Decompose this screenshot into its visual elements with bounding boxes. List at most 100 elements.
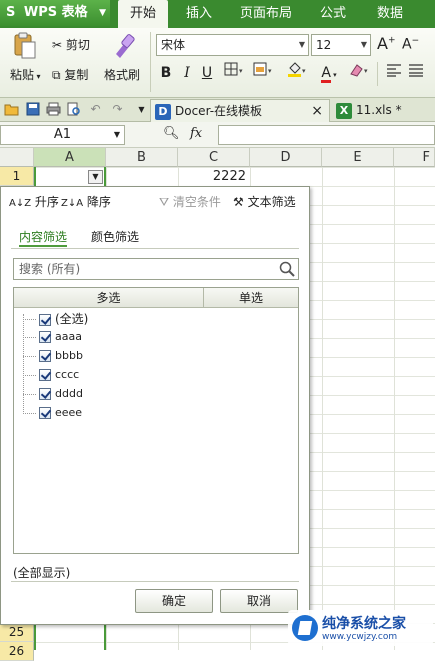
copy-button[interactable]: ⧉ 复制 bbox=[52, 66, 88, 83]
row-header-1[interactable]: 1 bbox=[0, 167, 34, 186]
tab-docer[interactable]: D Docer-在线模板 × bbox=[150, 99, 330, 122]
sort-descending-icon: Z↓A bbox=[61, 198, 84, 209]
tab-insert[interactable]: 插入 bbox=[186, 0, 212, 28]
scissors-icon: ✂ bbox=[52, 38, 63, 52]
paste-button[interactable]: 粘贴 ▾ bbox=[10, 66, 41, 83]
checkbox-checked-icon[interactable] bbox=[39, 331, 51, 343]
formula-input[interactable] bbox=[218, 125, 435, 145]
ribbon-separator bbox=[377, 62, 378, 86]
save-icon[interactable] bbox=[25, 102, 40, 117]
format-painter-button[interactable]: 格式刷 bbox=[104, 66, 140, 83]
tab-data[interactable]: 数据 bbox=[377, 0, 403, 28]
tab-formula[interactable]: 公式 bbox=[320, 0, 346, 28]
column-header-a[interactable]: A bbox=[34, 148, 106, 167]
grow-font-button[interactable]: A+ bbox=[377, 34, 396, 53]
fx-icon[interactable]: fx bbox=[190, 126, 202, 141]
borders-icon[interactable]: ▾ bbox=[222, 62, 248, 84]
folder-icon[interactable] bbox=[4, 102, 19, 117]
sort-descending-button[interactable]: Z↓A 降序 bbox=[61, 193, 111, 211]
align-left-icon[interactable] bbox=[384, 62, 404, 84]
column-multi-select[interactable]: 多选 bbox=[14, 288, 204, 308]
paste-icon[interactable] bbox=[12, 32, 38, 60]
italic-button[interactable]: I bbox=[177, 62, 197, 84]
ribbon-separator bbox=[150, 32, 151, 92]
cell-c1[interactable]: 2222 bbox=[178, 167, 250, 186]
tab-color-filter[interactable]: 颜色筛选 bbox=[91, 227, 139, 247]
cancel-button[interactable]: 取消 bbox=[220, 589, 298, 613]
tab-workbook[interactable]: X 11.xls * bbox=[332, 99, 435, 122]
select-all-corner[interactable] bbox=[0, 148, 34, 167]
font-size-select[interactable]: 12 ▼ bbox=[311, 34, 371, 56]
zoom-icon[interactable]: 🔍︎ bbox=[163, 126, 180, 141]
column-header-f[interactable]: F bbox=[394, 148, 435, 167]
document-tab-strip: ↶ ↷ ▼ D Docer-在线模板 × X 11.xls * bbox=[0, 98, 435, 122]
tab-home[interactable]: 开始 bbox=[118, 0, 169, 28]
checkbox-checked-icon[interactable] bbox=[39, 350, 51, 362]
filter-search-input[interactable]: 搜索 (所有) bbox=[13, 258, 299, 280]
brush-icon[interactable] bbox=[110, 32, 136, 60]
merge-cells-icon[interactable]: ▾ bbox=[252, 62, 278, 84]
watermark-logo-icon bbox=[292, 615, 318, 641]
row-header-26[interactable]: 26 bbox=[0, 642, 34, 661]
svg-text:▾: ▾ bbox=[268, 67, 272, 75]
cut-button[interactable]: ✂ 剪切 bbox=[52, 36, 90, 53]
watermark-title: 纯净系统之家 bbox=[322, 616, 406, 632]
chevron-down-icon: ▼ bbox=[99, 8, 106, 18]
chevron-down-icon: ▼ bbox=[113, 130, 120, 139]
list-item[interactable]: aaaa bbox=[23, 328, 82, 346]
app-menu-button[interactable]: S WPS 表格 ▼ bbox=[0, 0, 110, 26]
svg-text:▾: ▾ bbox=[239, 67, 243, 75]
docer-icon: D bbox=[155, 103, 171, 120]
checkbox-checked-icon[interactable] bbox=[39, 388, 51, 400]
column-header-e[interactable]: E bbox=[322, 148, 394, 167]
column-header-c[interactable]: C bbox=[178, 148, 250, 167]
bold-button[interactable]: B bbox=[156, 62, 176, 84]
list-item[interactable]: eeee bbox=[23, 404, 82, 422]
tab-page-layout[interactable]: 页面布局 bbox=[240, 0, 292, 28]
clear-format-icon[interactable]: ▾ bbox=[348, 62, 374, 84]
underline-button[interactable]: U bbox=[197, 62, 217, 84]
watermark-url: www.ycwjzy.com bbox=[322, 632, 398, 642]
filter-value-list: 多选 单选 (全选) aaaa bbbb cccc dddd eeee bbox=[13, 287, 299, 554]
shrink-font-button[interactable]: A− bbox=[402, 36, 419, 53]
svg-text:▾: ▾ bbox=[364, 67, 368, 75]
wps-logo-icon: S bbox=[6, 5, 16, 20]
fill-color-icon[interactable]: ▾ bbox=[286, 62, 312, 84]
menu-bar: S WPS 表格 ▼ 开始 插入 页面布局 公式 数据 bbox=[0, 0, 435, 28]
list-item[interactable]: cccc bbox=[23, 366, 79, 384]
list-item-select-all[interactable]: (全选) bbox=[23, 310, 88, 328]
text-filter-button[interactable]: ⚒ 文本筛选 bbox=[233, 193, 296, 211]
ok-button[interactable]: 确定 bbox=[135, 589, 213, 613]
checkbox-checked-icon[interactable] bbox=[39, 313, 51, 326]
print-preview-icon[interactable] bbox=[66, 102, 81, 117]
checkbox-checked-icon[interactable] bbox=[39, 407, 51, 419]
app-name: WPS 表格 bbox=[23, 5, 88, 20]
close-icon[interactable]: × bbox=[311, 100, 323, 122]
list-item[interactable]: dddd bbox=[23, 385, 83, 403]
font-color-icon[interactable]: A ▾ bbox=[316, 62, 342, 84]
clear-filter-button[interactable]: ⛛ 清空条件 bbox=[159, 193, 221, 211]
tab-content-filter[interactable]: 内容筛选 bbox=[19, 227, 68, 247]
undo-icon[interactable]: ↶ bbox=[88, 102, 103, 117]
sort-ascending-icon: A↓Z bbox=[9, 198, 32, 209]
excel-file-icon: X bbox=[336, 102, 352, 119]
filter-dropdown-button[interactable]: ▼ bbox=[88, 170, 103, 184]
sort-ascending-button[interactable]: A↓Z 升序 bbox=[9, 193, 59, 211]
row-header-25[interactable]: 25 bbox=[0, 623, 34, 642]
column-header-d[interactable]: D bbox=[250, 148, 322, 167]
svg-text:▾: ▾ bbox=[302, 67, 306, 75]
checkbox-checked-icon[interactable] bbox=[39, 369, 51, 381]
chevron-down-icon: ▼ bbox=[360, 40, 367, 49]
redo-icon[interactable]: ↷ bbox=[110, 102, 125, 117]
tab-divider bbox=[11, 248, 299, 249]
name-box[interactable]: A1 ▼ bbox=[0, 125, 125, 145]
customize-toolbar-icon[interactable]: ▼ bbox=[134, 102, 149, 117]
list-item[interactable]: bbbb bbox=[23, 347, 83, 365]
align-justify-icon[interactable] bbox=[406, 62, 426, 84]
watermark: 纯净系统之家 www.ycwjzy.com bbox=[288, 610, 433, 646]
show-all-label: (全部显示) bbox=[13, 566, 71, 580]
column-header-b[interactable]: B bbox=[106, 148, 178, 167]
column-single-select[interactable]: 单选 bbox=[204, 288, 298, 308]
print-icon[interactable] bbox=[46, 102, 61, 117]
font-name-select[interactable]: 宋体 ▼ bbox=[156, 34, 309, 56]
